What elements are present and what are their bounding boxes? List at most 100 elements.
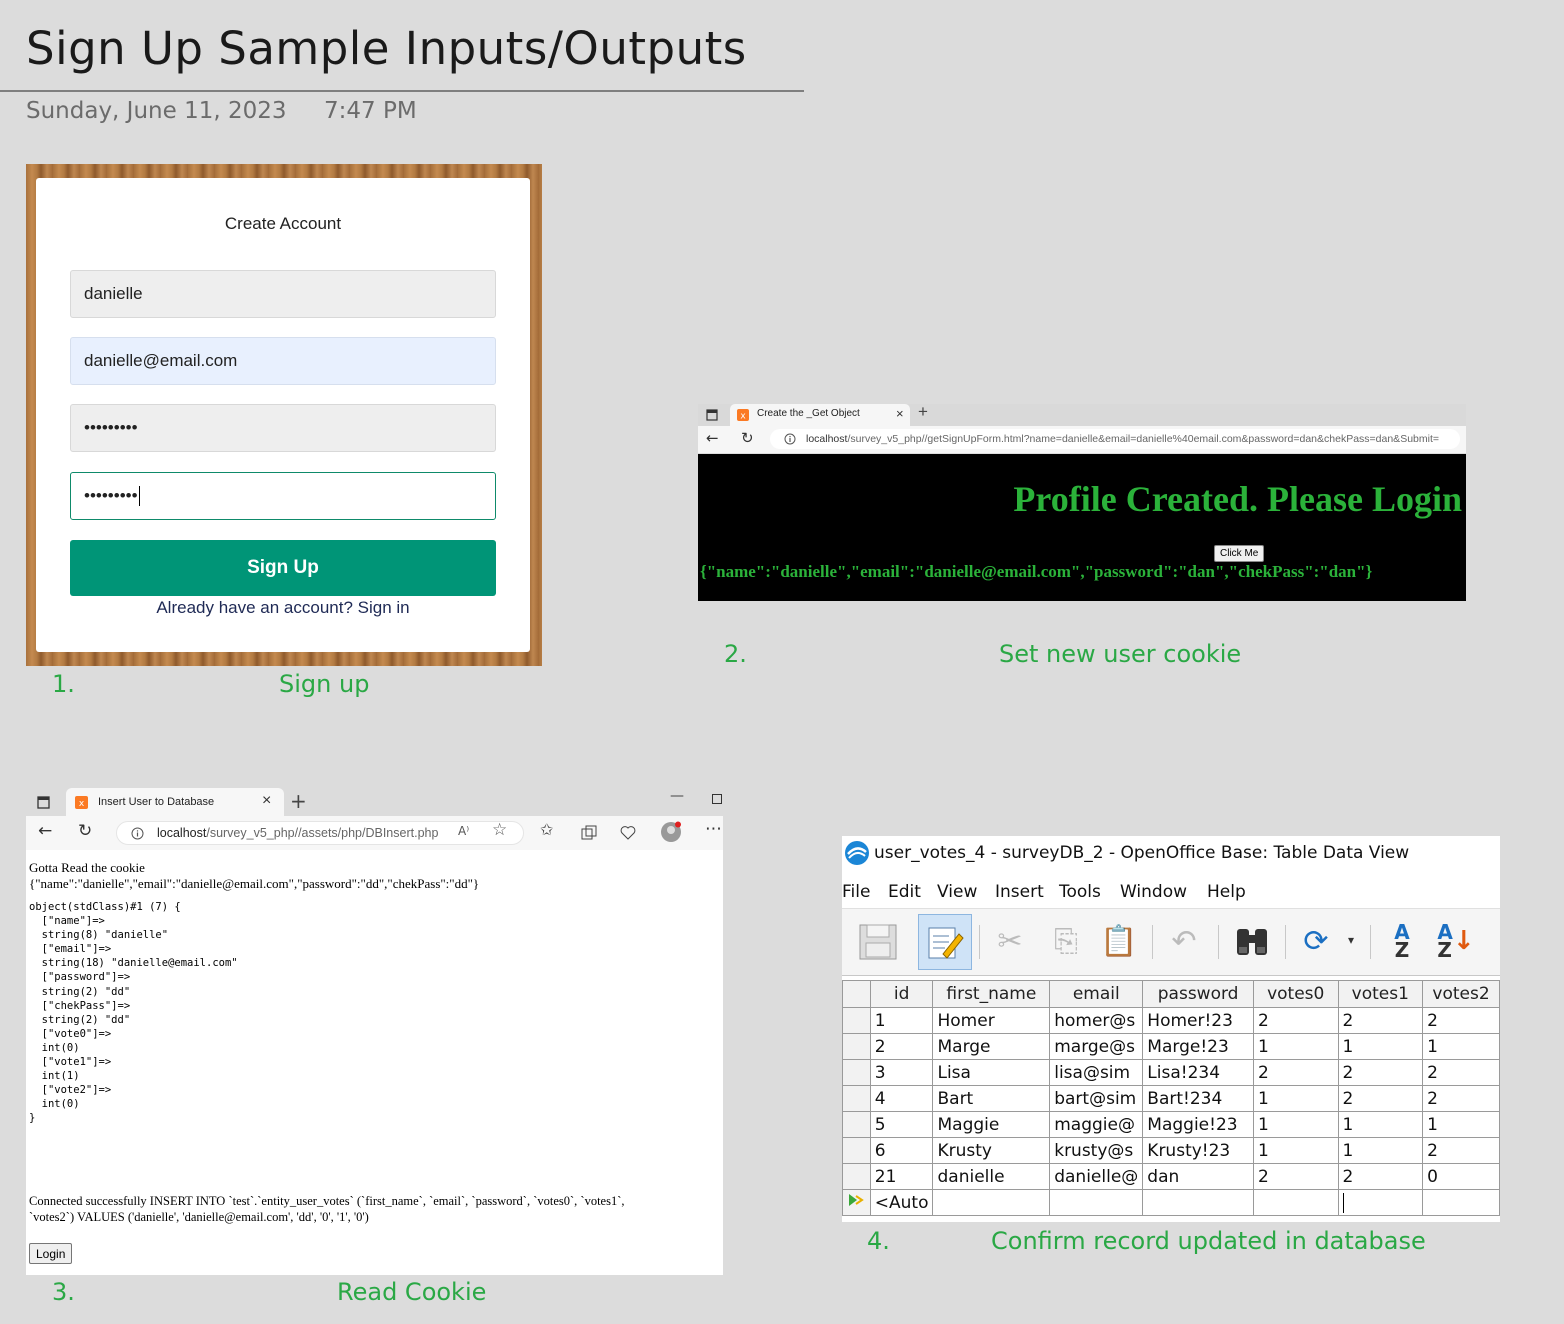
table-cell[interactable]: 21 — [869, 1163, 934, 1190]
table-cell[interactable]: Krusty!23 — [1142, 1137, 1254, 1164]
favorites-icon[interactable]: ✩ — [540, 820, 553, 839]
find-record-icon[interactable] — [1230, 919, 1274, 963]
table-cell[interactable]: danielle@ — [1049, 1163, 1144, 1190]
table-cell[interactable]: marge@s — [1049, 1033, 1144, 1060]
row-selector[interactable] — [842, 1163, 871, 1190]
table-cell[interactable]: 2 — [1252, 1163, 1339, 1190]
reload-icon[interactable]: ↻ — [78, 821, 92, 841]
table-cell[interactable]: 2 — [1422, 1059, 1500, 1086]
new-tab-icon[interactable]: + — [918, 402, 928, 422]
table-cell[interactable]: 0 — [1422, 1163, 1500, 1190]
refresh-icon[interactable]: ⟳ — [1294, 919, 1338, 963]
row-selector[interactable] — [842, 1033, 871, 1060]
refresh-dropdown-icon[interactable]: ▾ — [1348, 933, 1354, 947]
column-header[interactable]: votes2 — [1422, 980, 1500, 1008]
browser-essentials-icon[interactable] — [620, 825, 636, 841]
column-header[interactable]: votes1 — [1337, 980, 1424, 1008]
copy-icon[interactable]: ⎘ — [1044, 919, 1088, 963]
password-field[interactable]: ••••••••• — [70, 404, 496, 452]
table-cell[interactable]: lisa@sim — [1049, 1059, 1144, 1086]
menu-edit[interactable]: Edit — [888, 882, 921, 902]
table-cell[interactable]: 2 — [1337, 1059, 1424, 1086]
row-selector[interactable] — [842, 1007, 871, 1034]
cut-icon[interactable]: ✂ — [988, 919, 1032, 963]
table-cell[interactable]: dan — [1142, 1163, 1254, 1190]
save-icon[interactable] — [856, 919, 900, 963]
column-header[interactable]: password — [1142, 980, 1254, 1008]
menu-insert[interactable]: Insert — [995, 882, 1044, 902]
table-cell[interactable]: 1 — [1252, 1137, 1339, 1164]
name-field[interactable]: danielle — [70, 270, 496, 318]
menu-window[interactable]: Window — [1120, 882, 1187, 902]
table-cell[interactable] — [932, 1189, 1051, 1216]
edit-data-icon[interactable] — [918, 914, 972, 970]
table-cell[interactable]: Marge!23 — [1142, 1033, 1254, 1060]
table-cell[interactable]: Bart!234 — [1142, 1085, 1254, 1112]
new-record-marker-icon[interactable] — [842, 1189, 871, 1216]
table-cell[interactable]: Bart — [932, 1085, 1051, 1112]
menu-file[interactable]: File — [842, 882, 870, 902]
table-cell[interactable]: 2 — [1422, 1137, 1500, 1164]
table-cell[interactable]: 2 — [1337, 1085, 1424, 1112]
table-cell[interactable]: Lisa!234 — [1142, 1059, 1254, 1086]
table-cell[interactable]: maggie@ — [1049, 1111, 1144, 1138]
new-tab-icon[interactable]: + — [290, 789, 307, 813]
sign-up-button[interactable]: Sign Up — [70, 540, 496, 596]
login-button[interactable]: Login — [29, 1243, 73, 1264]
table-cell[interactable]: 1 — [869, 1007, 934, 1034]
maximize-icon[interactable] — [712, 794, 722, 804]
table-cell[interactable]: 1 — [1337, 1033, 1424, 1060]
collections-icon[interactable] — [581, 825, 597, 841]
more-menu-icon[interactable]: ⋯ — [705, 819, 722, 839]
column-header[interactable]: email — [1049, 980, 1144, 1008]
table-cell[interactable]: 3 — [869, 1059, 934, 1086]
browser-tab[interactable]: x Create the _Get Object × — [730, 404, 910, 426]
table-cell[interactable]: krusty@s — [1049, 1137, 1144, 1164]
menu-tools[interactable]: Tools — [1059, 882, 1101, 902]
table-cell[interactable] — [1142, 1189, 1254, 1216]
back-icon[interactable]: ← — [38, 821, 52, 841]
table-cell[interactable]: Krusty — [932, 1137, 1051, 1164]
table-cell[interactable] — [1422, 1189, 1500, 1216]
info-icon[interactable] — [784, 433, 796, 445]
close-tab-icon[interactable]: × — [262, 792, 271, 810]
table-cell[interactable]: 5 — [869, 1111, 934, 1138]
undo-icon[interactable]: ↶ — [1162, 919, 1206, 963]
column-header[interactable]: first_name — [932, 980, 1051, 1008]
table-cell[interactable]: 4 — [869, 1085, 934, 1112]
table-cell[interactable]: 2 — [1422, 1085, 1500, 1112]
menu-view[interactable]: View — [937, 882, 977, 902]
click-me-button[interactable]: Click Me — [1214, 545, 1265, 562]
table-cell[interactable]: Marge — [932, 1033, 1051, 1060]
paste-icon[interactable]: 📋 — [1097, 919, 1141, 963]
table-cell[interactable]: 2 — [1337, 1007, 1424, 1034]
back-icon[interactable]: ← — [706, 429, 719, 447]
profile-avatar-icon[interactable] — [660, 821, 682, 843]
table-cell[interactable]: 2 — [1337, 1163, 1424, 1190]
tab-actions-icon[interactable] — [706, 409, 718, 421]
table-cell[interactable] — [1337, 1189, 1424, 1216]
table-cell[interactable]: 2 — [1252, 1007, 1339, 1034]
email-field[interactable]: danielle@email.com — [70, 337, 496, 385]
tab-actions-icon[interactable] — [37, 796, 50, 809]
table-cell[interactable]: 1 — [1337, 1111, 1424, 1138]
row-selector[interactable] — [842, 1059, 871, 1086]
table-cell[interactable]: 6 — [869, 1137, 934, 1164]
row-selector[interactable] — [842, 1111, 871, 1138]
autofilter-icon[interactable]: Z — [1486, 919, 1500, 963]
close-tab-icon[interactable]: × — [896, 406, 904, 421]
row-selector-header[interactable] — [842, 980, 871, 1008]
table-cell[interactable]: 1 — [1422, 1033, 1500, 1060]
table-cell[interactable]: Maggie — [932, 1111, 1051, 1138]
column-header[interactable]: votes0 — [1252, 980, 1339, 1008]
browser-tab[interactable]: x Insert User to Database × — [66, 788, 284, 816]
column-header[interactable]: id — [869, 980, 934, 1008]
table-cell[interactable]: danielle — [932, 1163, 1051, 1190]
table-cell[interactable]: Homer!23 — [1142, 1007, 1254, 1034]
table-cell[interactable]: 1 — [1252, 1033, 1339, 1060]
table-cell[interactable]: 1 — [1337, 1137, 1424, 1164]
address-bar[interactable]: localhost/survey_v5_php//getSignUpForm.h… — [770, 429, 1460, 449]
table-cell[interactable]: 1 — [1252, 1085, 1339, 1112]
table-cell[interactable]: 1 — [1252, 1111, 1339, 1138]
read-aloud-icon[interactable]: A⁾ — [458, 824, 469, 838]
